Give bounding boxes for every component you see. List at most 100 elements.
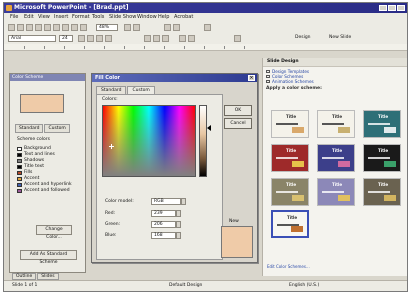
color-scheme-thumb-selected[interactable]: Title xyxy=(271,210,309,238)
align-center-icon[interactable] xyxy=(153,35,160,42)
chart-icon[interactable] xyxy=(173,24,180,31)
align-left-icon[interactable] xyxy=(144,35,151,42)
dialog-title-bar: Fill Color × xyxy=(92,74,257,82)
undo-icon[interactable] xyxy=(124,24,131,31)
font-size-field[interactable]: 24 xyxy=(59,35,73,42)
change-color-button[interactable]: Change Color... xyxy=(36,225,72,240)
color-model-select[interactable]: RGB xyxy=(151,198,181,205)
red-label: Red: xyxy=(105,211,116,216)
crosshair-icon[interactable] xyxy=(109,144,114,149)
green-spinner[interactable] xyxy=(176,221,181,228)
color-spectrum[interactable] xyxy=(102,105,196,177)
dialog-title: Fill Color xyxy=(95,75,121,81)
luminance-slider[interactable] xyxy=(199,105,207,177)
color-scheme-panel: Color Scheme Standard Custom Scheme color… xyxy=(9,73,86,273)
new-slide-button[interactable]: New Slide xyxy=(329,35,351,40)
new-color-preview xyxy=(221,226,253,258)
redo-icon[interactable] xyxy=(133,24,140,31)
open-icon[interactable] xyxy=(17,24,24,31)
colors-label: Colors: xyxy=(102,97,118,102)
menu-edit[interactable]: Edit xyxy=(24,14,34,20)
scheme-tabs: Standard Custom xyxy=(15,124,71,133)
green-input[interactable]: 206 xyxy=(151,221,176,228)
window-title: Microsoft PowerPoint - [Brad.ppt] xyxy=(14,4,129,11)
red-spinner[interactable] xyxy=(176,210,181,217)
copy-icon[interactable] xyxy=(71,24,78,31)
chevron-down-icon[interactable] xyxy=(181,198,186,205)
maximize-button[interactable] xyxy=(388,5,396,11)
blue-input[interactable]: 168 xyxy=(151,232,176,239)
color-scheme-thumb[interactable]: Title xyxy=(317,178,355,206)
color-model-label: Color model: xyxy=(105,199,134,204)
shadow-icon[interactable] xyxy=(105,35,112,42)
list-item[interactable]: Accent and followed xyxy=(17,188,79,194)
save-icon[interactable] xyxy=(26,24,33,31)
menu-insert[interactable]: Insert xyxy=(54,14,68,20)
slide-design-title: Slide Design xyxy=(263,58,407,67)
table-icon[interactable] xyxy=(164,24,171,31)
language-status: English (U.S.) xyxy=(289,283,320,288)
tab-slides[interactable]: Slides xyxy=(37,273,59,280)
cancel-button[interactable]: Cancel xyxy=(224,118,252,129)
blue-spinner[interactable] xyxy=(176,232,181,239)
paste-icon[interactable] xyxy=(80,24,87,31)
close-window-button[interactable] xyxy=(397,5,405,11)
spelling-icon[interactable] xyxy=(53,24,60,31)
color-scheme-thumb[interactable]: Title xyxy=(271,178,309,206)
blue-label: Blue: xyxy=(105,233,117,238)
font-color-icon[interactable] xyxy=(234,35,241,42)
menu-tools[interactable]: Tools xyxy=(92,14,104,20)
scheme-preview-swatch xyxy=(20,94,64,113)
status-bar: Slide 1 of 1 Default Design English (U.S… xyxy=(4,280,407,291)
fill-color-dialog: Fill Color × Standard Custom Colors: Colo… xyxy=(91,73,258,263)
color-scheme-thumb[interactable]: Title xyxy=(271,144,309,172)
bold-icon[interactable] xyxy=(78,35,85,42)
numbering-icon[interactable] xyxy=(179,35,186,42)
color-scheme-thumb[interactable]: Title xyxy=(363,110,401,138)
new-color-label: New xyxy=(229,219,239,224)
green-label: Green: xyxy=(105,222,121,227)
animation-schemes-link[interactable]: Animation Schemes xyxy=(263,79,407,84)
ok-button[interactable]: OK xyxy=(224,105,252,116)
color-scheme-thumb[interactable]: Title xyxy=(363,144,401,172)
menu-file[interactable]: File xyxy=(10,14,18,20)
print-icon[interactable] xyxy=(35,24,42,31)
close-icon[interactable]: × xyxy=(248,75,255,81)
font-name-field[interactable]: Arial xyxy=(8,35,56,42)
new-icon[interactable] xyxy=(8,24,15,31)
underline-icon[interactable] xyxy=(96,35,103,42)
add-scheme-button[interactable]: Add As Standard Scheme xyxy=(20,250,77,265)
color-scheme-thumb[interactable]: Title xyxy=(363,178,401,206)
menu-help[interactable]: Help xyxy=(158,14,169,20)
view-tabs: Outline Slides xyxy=(12,273,60,280)
luminance-arrow-icon[interactable] xyxy=(207,125,211,131)
powerpoint-window: Microsoft PowerPoint - [Brad.ppt] File E… xyxy=(3,2,408,292)
zoom-field[interactable]: 48% xyxy=(96,24,118,31)
design-button[interactable]: Design xyxy=(295,35,311,40)
tab-outline[interactable]: Outline xyxy=(12,273,37,280)
tab-custom[interactable]: Custom xyxy=(44,124,70,133)
scheme-color-list: Background Text and lines Shadows Title … xyxy=(17,146,79,194)
italic-icon[interactable] xyxy=(87,35,94,42)
menu-acrobat[interactable]: Acrobat xyxy=(174,14,193,20)
cut-icon[interactable] xyxy=(62,24,69,31)
minimize-button[interactable] xyxy=(379,5,387,11)
edit-color-schemes-link[interactable]: Edit Color Schemes... xyxy=(267,264,310,269)
preview-icon[interactable] xyxy=(44,24,51,31)
color-scheme-title: Color Scheme xyxy=(10,74,85,81)
apply-scheme-label: Apply a color scheme: xyxy=(266,86,322,91)
help-icon[interactable] xyxy=(204,24,211,31)
menu-window[interactable]: Window xyxy=(137,14,157,20)
slide-design-pane: Slide Design Design Templates Color Sche… xyxy=(262,58,407,276)
align-right-icon[interactable] xyxy=(162,35,169,42)
color-scheme-thumb[interactable]: Title xyxy=(317,144,355,172)
scheme-colors-label: Scheme colors xyxy=(17,137,50,142)
menu-slide-show[interactable]: Slide Show xyxy=(109,14,136,20)
color-scheme-thumb[interactable]: Title xyxy=(271,110,309,138)
bullets-icon[interactable] xyxy=(188,35,195,42)
menu-format[interactable]: Format xyxy=(72,14,90,20)
color-scheme-thumb[interactable]: Title xyxy=(317,110,355,138)
menu-view[interactable]: View xyxy=(38,14,50,20)
red-input[interactable]: 239 xyxy=(151,210,176,217)
tab-standard[interactable]: Standard xyxy=(15,124,44,133)
